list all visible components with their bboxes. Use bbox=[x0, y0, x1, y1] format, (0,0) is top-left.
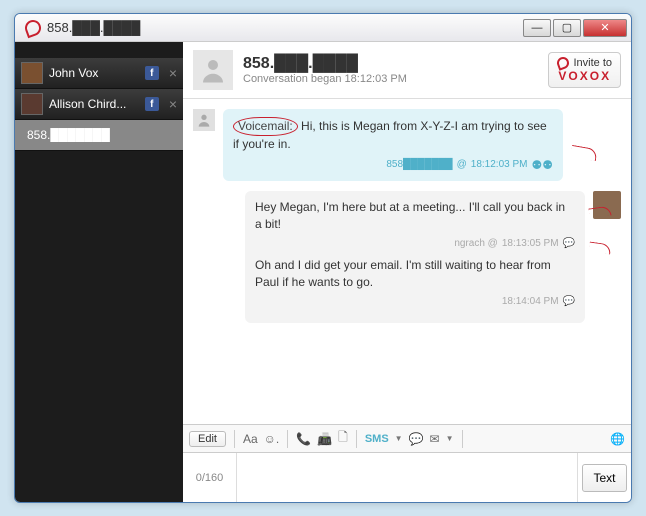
contact-item[interactable]: John Vox f × bbox=[15, 58, 183, 89]
contact-name: 858.███████ bbox=[27, 128, 159, 142]
annotation-arrow-icon bbox=[570, 145, 598, 161]
compose-input[interactable] bbox=[243, 459, 571, 496]
dropdown-icon[interactable]: ▼ bbox=[446, 434, 454, 443]
separator bbox=[462, 430, 463, 448]
message-outgoing: Hey Megan, I'm here but at a meeting... … bbox=[193, 191, 621, 322]
message-text: Oh and I did get your email. I'm still w… bbox=[255, 258, 551, 289]
compose-area: 0/160 Text bbox=[183, 452, 631, 502]
invite-line1: Invite to bbox=[557, 57, 612, 69]
window-controls: — ▢ ✕ bbox=[523, 19, 627, 37]
contact-name: John Vox bbox=[49, 66, 139, 80]
app-logo-icon bbox=[23, 17, 44, 38]
message-meta: 18:14:04 PM 💬 bbox=[255, 295, 575, 309]
maximize-button[interactable]: ▢ bbox=[553, 19, 581, 37]
window-title: 858.███.████ bbox=[47, 20, 140, 35]
began-time: 18:12:03 PM bbox=[345, 73, 407, 85]
sms-button[interactable]: SMS bbox=[365, 433, 389, 445]
app-window: 858.███.████ — ▢ ✕ John Vox f × Allison … bbox=[14, 13, 632, 503]
close-button[interactable]: ✕ bbox=[583, 19, 627, 37]
began-label: Conversation began bbox=[243, 73, 341, 85]
remove-contact-icon[interactable]: × bbox=[169, 96, 177, 112]
separator bbox=[287, 430, 288, 448]
separator bbox=[234, 430, 235, 448]
chat-icon: 💬 bbox=[563, 295, 575, 309]
send-wrapper: Text bbox=[577, 453, 631, 502]
avatar-icon bbox=[21, 62, 43, 84]
app-body: John Vox f × Allison Chird... f × 858.██… bbox=[15, 42, 631, 502]
contact-number: 858.███.████ bbox=[243, 55, 407, 73]
main-panel: 858.███.████ Conversation began 18:12:03… bbox=[183, 42, 631, 502]
meta-at: @ bbox=[457, 158, 467, 172]
channel-group: SMS ▼ 💬 ✉ ▼ bbox=[365, 432, 454, 446]
chat-icon[interactable]: 💬 bbox=[409, 432, 424, 446]
meta-from: 858███████ bbox=[386, 158, 452, 172]
facebook-icon: f bbox=[145, 66, 159, 80]
dropdown-icon[interactable]: ▼ bbox=[395, 434, 403, 443]
compose-toolbar: Edit Aa ☺. 📞 📠 🗋 SMS ▼ 💬 ✉ bbox=[183, 424, 631, 452]
facebook-icon: f bbox=[145, 97, 159, 111]
titlebar[interactable]: 858.███.████ — ▢ ✕ bbox=[15, 14, 631, 42]
emoji-button[interactable]: ☺. bbox=[264, 432, 280, 446]
send-button[interactable]: Text bbox=[582, 464, 626, 492]
document-icon[interactable]: 🗋 bbox=[338, 428, 348, 449]
contact-name: Allison Chird... bbox=[49, 97, 139, 111]
meta-time: 18:14:04 PM bbox=[502, 295, 559, 309]
sender-avatar-icon bbox=[193, 109, 215, 131]
call-icon[interactable]: 📞 bbox=[296, 432, 311, 446]
meta-time: 18:13:05 PM bbox=[502, 237, 559, 251]
message-block: Hey Megan, I'm here but at a meeting... … bbox=[255, 199, 575, 251]
contact-item[interactable]: Allison Chird... f × bbox=[15, 89, 183, 120]
invite-button[interactable]: Invite to VOXOX bbox=[548, 52, 621, 88]
meta-from: ngrach @ bbox=[454, 237, 498, 251]
mail-icon[interactable]: ✉ bbox=[430, 432, 440, 446]
format-group: Aa ☺. bbox=[243, 432, 279, 446]
edit-button[interactable]: Edit bbox=[189, 431, 226, 447]
avatar-icon bbox=[21, 93, 43, 115]
meta-time: 18:12:03 PM bbox=[471, 158, 528, 172]
header-info: 858.███.████ Conversation began 18:12:03… bbox=[243, 55, 407, 85]
message-block: Oh and I did get your email. I'm still w… bbox=[255, 257, 575, 309]
annotation-arrow-icon bbox=[588, 242, 611, 255]
conversation-began: Conversation began 18:12:03 PM bbox=[243, 73, 407, 85]
action-group: 📞 📠 🗋 bbox=[296, 428, 348, 449]
compose-input-wrapper bbox=[237, 453, 577, 502]
conversation-header: 858.███.████ Conversation began 18:12:03… bbox=[183, 42, 631, 99]
message-incoming: Voicemail: Hi, this is Megan from X-Y-Z-… bbox=[193, 109, 621, 181]
voicemail-icon[interactable]: ⚉⚉ bbox=[531, 157, 553, 174]
message-bubble: Voicemail: Hi, this is Megan from X-Y-Z-… bbox=[223, 109, 563, 181]
contact-avatar-icon bbox=[193, 50, 233, 90]
chat-icon: 💬 bbox=[563, 237, 575, 251]
remove-contact-icon[interactable]: × bbox=[169, 127, 177, 143]
invite-line2: VOXOX bbox=[558, 69, 611, 83]
minimize-button[interactable]: — bbox=[523, 19, 551, 37]
message-meta: 858███████ @ 18:12:03 PM ⚉⚉ bbox=[233, 157, 553, 174]
separator bbox=[356, 430, 357, 448]
message-text: Hey Megan, I'm here but at a meeting... … bbox=[255, 200, 565, 231]
char-counter: 0/160 bbox=[183, 453, 237, 502]
sidebar: John Vox f × Allison Chird... f × 858.██… bbox=[15, 42, 183, 502]
message-meta: ngrach @ 18:13:05 PM 💬 bbox=[255, 237, 575, 251]
message-bubble: Hey Megan, I'm here but at a meeting... … bbox=[245, 191, 585, 322]
message-list: Voicemail: Hi, this is Megan from X-Y-Z-… bbox=[183, 99, 631, 424]
contact-item-active[interactable]: 858.███████ × bbox=[15, 120, 183, 151]
fax-icon[interactable]: 📠 bbox=[317, 432, 332, 446]
voicemail-label: Voicemail: bbox=[233, 117, 298, 136]
font-button[interactable]: Aa bbox=[243, 432, 258, 446]
globe-icon[interactable]: 🌐 bbox=[610, 432, 625, 446]
remove-contact-icon[interactable]: × bbox=[169, 65, 177, 81]
